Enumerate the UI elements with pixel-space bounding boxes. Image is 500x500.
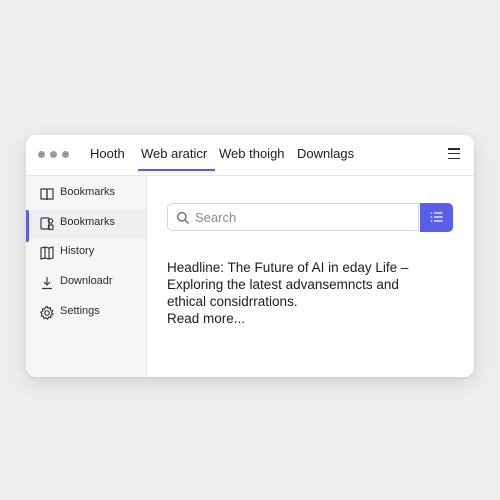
window-dot-close[interactable] bbox=[38, 151, 45, 158]
article-summary-line: ethical considrrations. bbox=[167, 294, 298, 309]
article-headline: Headline: The Future of AI in eday Life … bbox=[167, 260, 409, 275]
list-view-button[interactable] bbox=[420, 203, 453, 232]
search-icon bbox=[176, 211, 190, 225]
sidebar-item-label: Bookmarks bbox=[60, 216, 116, 228]
window-controls bbox=[38, 151, 69, 158]
sidebar: Bookmarks Bookmarks History Downloadr Se… bbox=[26, 176, 147, 377]
sidebar-item-bookmarks[interactable]: Bookmarks bbox=[26, 180, 146, 208]
read-more-link[interactable]: Read more... bbox=[167, 310, 437, 327]
sidebar-item-label: Settings bbox=[60, 305, 100, 317]
sidebar-item-label: Bookmarks bbox=[60, 186, 116, 198]
download-icon bbox=[39, 275, 55, 291]
tab-bar: Hooth Web araticr Web thoigh Downlags bbox=[26, 135, 474, 176]
sidebar-item-downloads[interactable]: Downloadr bbox=[26, 269, 146, 297]
tab-web-thoigh[interactable]: Web thoigh bbox=[219, 146, 285, 161]
search-input[interactable]: Search bbox=[167, 203, 419, 231]
browser-window: Hooth Web araticr Web thoigh Downlags Bo… bbox=[26, 135, 474, 377]
sidebar-item-label: History bbox=[60, 245, 95, 257]
sidebar-item-bookmarks-selected[interactable]: Bookmarks bbox=[26, 210, 146, 242]
article-preview: Headline: The Future of AI in eday Life … bbox=[167, 259, 437, 327]
history-book-icon bbox=[39, 245, 55, 261]
list-icon bbox=[430, 212, 443, 222]
tab-web-article[interactable]: Web araticr bbox=[137, 146, 216, 171]
hamburger-menu-icon[interactable] bbox=[448, 148, 460, 160]
article-summary-line: Exploring the latest advansemncts and bbox=[167, 277, 399, 292]
sidebar-item-label: Downloadr bbox=[60, 275, 113, 287]
tab-downloads[interactable]: Downlags bbox=[297, 146, 354, 161]
search-placeholder: Search bbox=[195, 210, 237, 225]
gear-icon bbox=[39, 305, 55, 321]
sidebar-item-settings[interactable]: Settings bbox=[26, 299, 146, 327]
tab-hooth[interactable]: Hooth bbox=[90, 146, 125, 161]
sidebar-item-history[interactable]: History bbox=[26, 239, 146, 267]
book-icon bbox=[39, 186, 55, 202]
bookmarks-icon bbox=[39, 216, 55, 232]
window-dot-minimize[interactable] bbox=[50, 151, 57, 158]
window-dot-maximize[interactable] bbox=[62, 151, 69, 158]
